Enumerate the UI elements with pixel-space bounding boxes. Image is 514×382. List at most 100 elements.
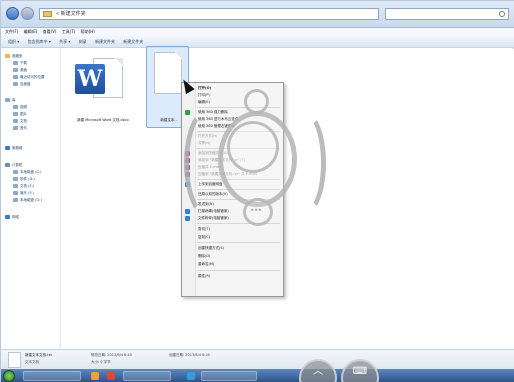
folder-icon bbox=[43, 11, 52, 17]
forward-button[interactable] bbox=[21, 7, 34, 20]
sidebar-item-drive-d[interactable]: 软件 (D:) bbox=[13, 176, 35, 182]
sidebar-item-label: 网络 bbox=[12, 214, 19, 219]
sidebar-item-homegroup[interactable]: 家庭组 bbox=[5, 145, 23, 151]
menu-separator bbox=[197, 242, 280, 243]
details-size: 大小: 0 字节 bbox=[91, 360, 111, 364]
search-icon bbox=[499, 11, 505, 17]
sidebar-item-drive-f[interactable]: 娱乐 (F:) bbox=[13, 190, 34, 196]
details-modified: 修改日期: 2013/6/4 6:45 bbox=[91, 353, 132, 357]
taskbar-app-icon[interactable] bbox=[91, 372, 99, 380]
cloud-icon bbox=[13, 82, 18, 86]
menu-item-properties[interactable]: 属性(R) bbox=[198, 273, 210, 279]
menu-item-print[interactable]: 打印(P) bbox=[198, 92, 210, 98]
network-icon bbox=[5, 215, 10, 219]
pc-manager-icon bbox=[185, 209, 190, 214]
taskbar-app-icon[interactable] bbox=[187, 372, 195, 380]
sidebar-item-label: 桌面 bbox=[20, 67, 27, 72]
sidebar-item-documents[interactable]: 文档 bbox=[13, 118, 27, 124]
search-input[interactable] bbox=[385, 8, 509, 20]
navigation-pane: 收藏夹 下载 桌面 最近访问的位置 百度盘 库 视频 图片 文档 音乐 家庭组 … bbox=[1, 49, 61, 349]
menu-item-rename[interactable]: 重命名(M) bbox=[198, 261, 214, 267]
sidebar-item-drive-g[interactable]: 本地磁盘 (G:) bbox=[13, 197, 42, 203]
sidebar-item-label: 下载 bbox=[20, 60, 27, 65]
word-file-label[interactable]: 新建 Microsoft Word 文档.docx bbox=[67, 118, 139, 123]
sidebar-item-pictures[interactable]: 图片 bbox=[13, 111, 27, 117]
sidebar-item-computer[interactable]: 计算机 bbox=[5, 162, 23, 168]
sidebar-item-favorites[interactable]: 收藏夹 bbox=[5, 53, 23, 59]
address-bar-area: « 新建文件夹 bbox=[1, 1, 514, 28]
menu-help[interactable]: 帮助(H) bbox=[81, 28, 95, 36]
desktop-icon bbox=[13, 68, 18, 72]
pc-manager-icon bbox=[185, 216, 190, 221]
video-icon bbox=[13, 105, 18, 109]
share-button[interactable]: 共享 ▾ bbox=[59, 36, 70, 48]
sidebar-item-label: 软件 (D:) bbox=[20, 176, 35, 181]
file-list-view bbox=[62, 49, 514, 349]
homegroup-icon bbox=[5, 146, 10, 150]
drive-icon bbox=[13, 170, 18, 174]
file-thumbnail-icon bbox=[8, 352, 21, 368]
drive-icon bbox=[13, 177, 18, 181]
new-folder-button[interactable]: 新建文件夹 bbox=[95, 36, 115, 48]
drive-icon bbox=[13, 191, 18, 195]
menu-item-cut[interactable]: 剪切(T) bbox=[198, 226, 210, 232]
word-badge-icon: W bbox=[75, 64, 105, 94]
command-toolbar: 组织 ▾ 包含到库中 ▾ 共享 ▾ 刻录 新建文件夹 新建文件夹 bbox=[1, 36, 514, 48]
menu-tools[interactable]: 工具(T) bbox=[62, 28, 76, 36]
sidebar-item-videos[interactable]: 视频 bbox=[13, 104, 27, 110]
sidebar-item-label: 百度盘 bbox=[20, 81, 31, 86]
sidebar-item-label: 视频 bbox=[20, 104, 27, 109]
sidebar-item-label: 本地磁盘 (G:) bbox=[20, 197, 42, 202]
sidebar-item-label: 音乐 bbox=[20, 125, 27, 130]
text-document-icon bbox=[154, 52, 182, 94]
sidebar-item-label: 娱乐 (F:) bbox=[20, 190, 34, 195]
details-created: 创建日期: 2013/6/4 6:45 bbox=[169, 353, 210, 357]
sidebar-item-label: 库 bbox=[12, 97, 16, 102]
sidebar-item-label: 最近访问的位置 bbox=[20, 74, 45, 79]
taskbar-app-icon[interactable] bbox=[107, 372, 115, 380]
download-icon bbox=[13, 61, 18, 65]
sidebar-item-drive-e[interactable]: 文档 (E:) bbox=[13, 183, 34, 189]
gesture-ring-inner bbox=[227, 121, 279, 173]
new-folder-button-2[interactable]: 新建文件夹 bbox=[123, 36, 143, 48]
back-button[interactable] bbox=[6, 7, 19, 20]
menu-item-copy[interactable]: 复制(C) bbox=[198, 234, 210, 240]
start-button[interactable] bbox=[3, 370, 15, 382]
computer-icon bbox=[5, 163, 10, 167]
taskbar-button-app[interactable] bbox=[123, 371, 171, 381]
more-dots-icon: ••• bbox=[250, 206, 262, 215]
music-icon bbox=[13, 126, 18, 130]
organize-button[interactable]: 组织 ▾ bbox=[8, 36, 19, 48]
burn-button[interactable]: 刻录 bbox=[79, 36, 87, 48]
taskbar-button-explorer[interactable] bbox=[23, 371, 81, 381]
address-input[interactable]: « 新建文件夹 bbox=[39, 8, 379, 20]
breadcrumb: « 新建文件夹 bbox=[56, 11, 86, 17]
include-in-library-button[interactable]: 包含到库中 ▾ bbox=[28, 36, 51, 48]
sidebar-item-recent[interactable]: 最近访问的位置 bbox=[13, 74, 45, 80]
sidebar-item-network[interactable]: 网络 bbox=[5, 214, 19, 220]
sidebar-item-baidu[interactable]: 百度盘 bbox=[13, 81, 31, 87]
menu-edit[interactable]: 编辑(E) bbox=[24, 28, 38, 36]
menu-separator bbox=[197, 270, 280, 271]
taskbar bbox=[1, 369, 514, 382]
menu-view[interactable]: 查看(V) bbox=[43, 28, 57, 36]
sidebar-item-music[interactable]: 音乐 bbox=[13, 125, 27, 131]
drive-icon bbox=[13, 198, 18, 202]
menu-item-open[interactable]: 打开(O) bbox=[198, 85, 211, 91]
menu-item-edit[interactable]: 编辑(E) bbox=[198, 99, 210, 105]
360-icon bbox=[185, 110, 190, 115]
taskbar-button-app[interactable] bbox=[201, 371, 257, 381]
sidebar-item-drive-c[interactable]: 本地磁盘 (C:) bbox=[13, 169, 41, 175]
menu-item-create-shortcut[interactable]: 创建快捷方式(S) bbox=[198, 245, 224, 251]
sidebar-item-libraries[interactable]: 库 bbox=[5, 97, 16, 103]
sidebar-item-downloads[interactable]: 下载 bbox=[13, 60, 27, 66]
word-file-item[interactable]: W bbox=[71, 56, 127, 108]
menu-bar: 文件(F) 编辑(E) 查看(V) 工具(T) 帮助(H) bbox=[1, 28, 514, 36]
sidebar-item-desktop[interactable]: 桌面 bbox=[13, 67, 27, 73]
library-icon bbox=[5, 98, 10, 102]
star-icon bbox=[5, 54, 10, 58]
sidebar-item-label: 家庭组 bbox=[12, 145, 23, 150]
menu-file[interactable]: 文件(F) bbox=[5, 28, 18, 36]
menu-item-delete[interactable]: 删除(D) bbox=[198, 253, 210, 259]
recent-icon bbox=[13, 75, 18, 79]
